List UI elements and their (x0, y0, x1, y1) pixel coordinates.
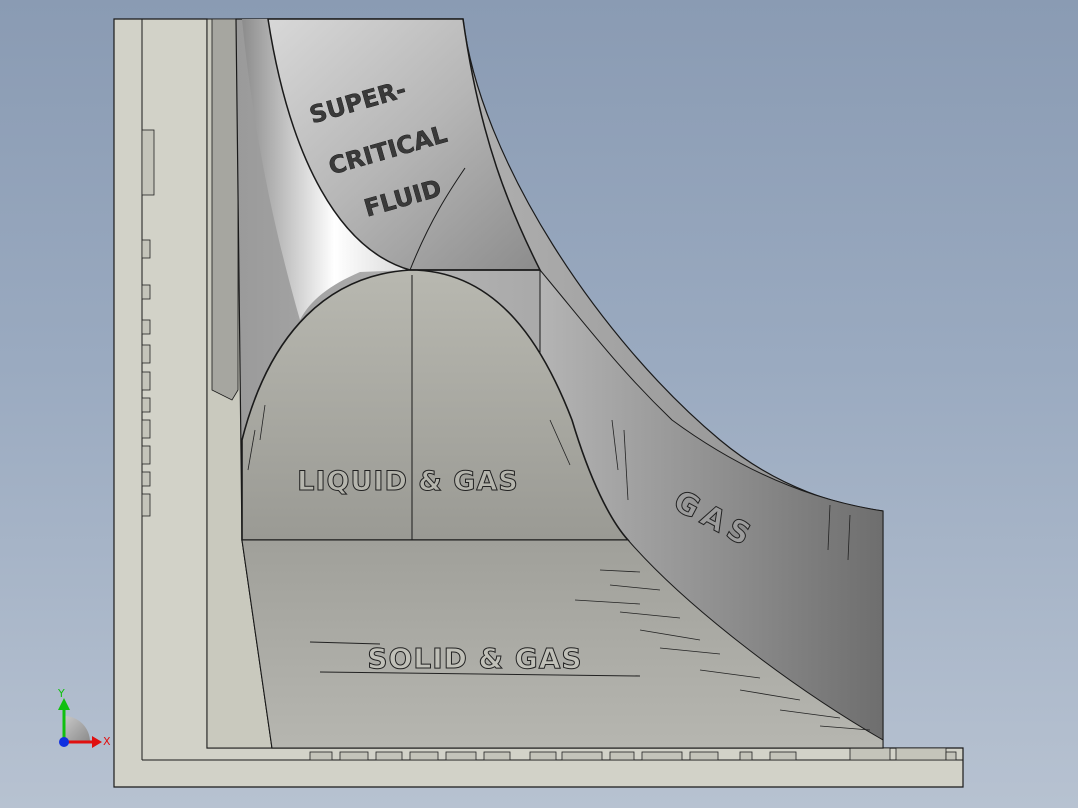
solid-gas-label: SOLID & GAS (367, 642, 582, 675)
liquid-gas-label: LIQUID & GAS (297, 466, 518, 497)
phase-diagram-model[interactable]: SUPER- CRITICAL FLUID LIQUID & GAS SOLID… (0, 0, 1078, 808)
axis-triad-icon: Y X (57, 687, 111, 748)
triad-y-label: Y (57, 687, 65, 700)
triad-x-label: X (103, 735, 111, 748)
cad-viewport[interactable]: SUPER- CRITICAL FLUID LIQUID & GAS SOLID… (0, 0, 1078, 808)
triad-origin (59, 737, 69, 747)
